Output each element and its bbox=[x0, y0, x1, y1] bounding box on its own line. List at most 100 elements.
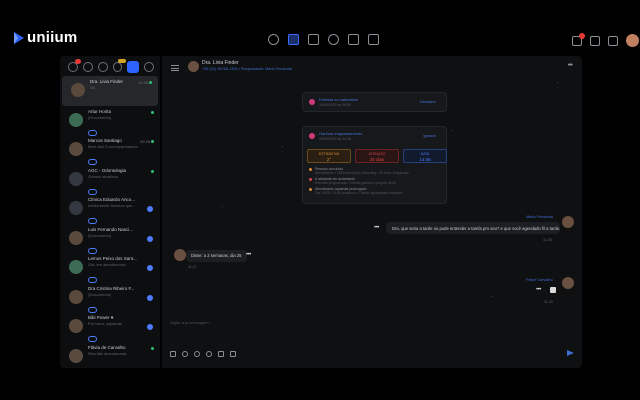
message-sender: Felipe Carvalho bbox=[526, 278, 553, 282]
send-icon[interactable] bbox=[567, 350, 574, 356]
chat-icon[interactable] bbox=[288, 34, 299, 45]
message-sender: Maria Fernanda bbox=[526, 215, 553, 219]
online-dot bbox=[151, 140, 154, 143]
bell-icon[interactable] bbox=[572, 32, 585, 46]
event-icon bbox=[309, 99, 315, 105]
tasks-icon[interactable] bbox=[590, 35, 600, 46]
contact-name[interactable]: Dra. Livia Finder bbox=[202, 60, 239, 66]
outgoing-message: Dra, que seria a tarde ou pude entender … bbox=[386, 222, 560, 234]
emoji-icon[interactable] bbox=[170, 351, 176, 357]
event-card-detail: Ganhou enquadramento 15/05/2023 às 14:46… bbox=[302, 126, 447, 204]
menu-icon[interactable] bbox=[171, 65, 179, 71]
unread-badge bbox=[147, 206, 153, 212]
conversation-item[interactable]: Clínica Eduardo Anco... Infelizmente tiv… bbox=[60, 194, 160, 224]
conversation-item[interactable]: Dra Cristina Ribeiro F... (Documento) bbox=[60, 283, 160, 313]
conversation-preview: Ok bbox=[90, 85, 96, 90]
contact-avatar[interactable] bbox=[188, 61, 199, 72]
inbox-icon[interactable] bbox=[68, 59, 81, 72]
stat-value: 2° bbox=[326, 157, 332, 162]
calendar-icon[interactable] bbox=[368, 34, 379, 45]
filter-icon[interactable] bbox=[144, 62, 155, 72]
unread-badge bbox=[147, 265, 153, 271]
chat-panel: Dra. Livia Finder +55 (21) 98765-1300 • … bbox=[162, 56, 582, 368]
message-time: 11:27 bbox=[188, 265, 197, 269]
event-line-sub: Reunião programada • Cliente ganhou o pr… bbox=[315, 181, 397, 185]
clock-icon[interactable] bbox=[268, 34, 279, 45]
conversation-preview: Bom dia! O acompanhamento... bbox=[88, 144, 138, 149]
background-dot bbox=[282, 146, 283, 147]
event-title: Ganhou enquadramento bbox=[319, 131, 363, 136]
user-avatar[interactable] bbox=[626, 34, 639, 47]
sender-avatar bbox=[562, 216, 574, 228]
background-dot bbox=[492, 296, 493, 297]
conversation-time: 09:48 bbox=[139, 139, 150, 144]
mail-icon[interactable] bbox=[218, 351, 224, 357]
stat-label: ATENÇÃO bbox=[368, 152, 386, 156]
location-icon[interactable] bbox=[194, 351, 200, 357]
conversation-item[interactable]: Luis Fernando Nasci... (Documento) bbox=[60, 224, 160, 254]
active-icon[interactable] bbox=[127, 61, 140, 73]
event-subtitle: 15/05/2023 às 14:46 bbox=[319, 137, 351, 141]
conversation-preview: Reunião desmarcada... bbox=[88, 350, 130, 356]
unread-badge bbox=[147, 324, 153, 330]
undo-button[interactable]: Desfazer bbox=[420, 99, 436, 104]
composer-toolbar bbox=[170, 351, 236, 357]
message-time: 11:29 bbox=[544, 300, 553, 304]
top-bar: uniium bbox=[0, 0, 640, 52]
event-line-sub: Atendimento • 2023 em Ações Marketing • … bbox=[315, 171, 409, 175]
stat-attention: ATENÇÃO 25 dias bbox=[355, 149, 399, 163]
conversation-preview: (Documento) bbox=[88, 114, 112, 120]
chart-icon[interactable] bbox=[348, 34, 359, 45]
conversation-item[interactable]: Flávia de Carvalho Reunião desmarcada... bbox=[60, 342, 160, 369]
message-input[interactable]: Digite sua mensagem... bbox=[170, 320, 212, 325]
video-icon[interactable] bbox=[230, 351, 236, 357]
more-options-icon[interactable]: ••• bbox=[568, 62, 573, 69]
avatar bbox=[69, 289, 83, 304]
logo-text: uniium bbox=[27, 29, 78, 46]
conversation-item[interactable]: Bibi Power ♥ Por favor, aguardar bbox=[60, 312, 160, 342]
ignore-button[interactable]: Ignorar bbox=[423, 133, 436, 138]
event-line: A atividade em andamento Reunião programa… bbox=[309, 177, 439, 185]
conversation-item[interactable]: Artur Horita (Documento) bbox=[60, 106, 160, 136]
notification-badge bbox=[579, 32, 585, 39]
online-dot bbox=[151, 110, 154, 114]
conversation-preview: (Documento) bbox=[88, 232, 112, 238]
event-lines: Resumo concluído Atendimento • 2023 em Aç… bbox=[309, 167, 439, 197]
star-icon[interactable] bbox=[112, 59, 127, 72]
conversation-item[interactable]: Marcos Santiago Bom dia! O acompanhament… bbox=[60, 135, 160, 165]
apps-icon[interactable] bbox=[608, 35, 618, 46]
conversation-name: Luis Fernando Nasci... bbox=[88, 226, 134, 232]
check-icon[interactable] bbox=[97, 62, 108, 72]
conversation-preview: Grêmio atualizou bbox=[88, 173, 119, 179]
unread-badge bbox=[147, 235, 153, 242]
conversation-preview: Por favor, aguardar bbox=[88, 321, 123, 326]
conversation-item[interactable]: AGC - Odontologia Grêmio atualizou bbox=[60, 165, 160, 195]
app-logo[interactable]: uniium bbox=[14, 29, 78, 46]
avatar bbox=[69, 201, 83, 215]
message-options-icon[interactable]: ••• bbox=[246, 252, 251, 258]
stat-value: 14:46 bbox=[419, 157, 431, 162]
avatar bbox=[69, 260, 83, 274]
conversation-item[interactable]: Dra. Livia Finder Ok 11:25 bbox=[62, 76, 158, 106]
logo-icon bbox=[14, 32, 24, 44]
message-options-icon[interactable]: ••• bbox=[536, 287, 541, 293]
briefcase-icon[interactable] bbox=[308, 34, 319, 45]
background-dot bbox=[222, 206, 223, 207]
online-dot bbox=[151, 346, 154, 350]
event-line: Atendimento aguardar prolongado Dia 15/05… bbox=[309, 187, 439, 195]
sender-avatar bbox=[562, 277, 574, 289]
conversation-sidebar: Dra. Livia Finder Ok 11:25 Artur Horita … bbox=[60, 56, 160, 368]
status-dot bbox=[309, 188, 312, 191]
chat-tab-icon[interactable] bbox=[82, 62, 93, 72]
conversation-name: Dra Cristina Ribeiro F... bbox=[88, 285, 135, 291]
mention-icon[interactable] bbox=[206, 351, 212, 357]
conversation-item[interactable]: Lemos Peixo dos Sant... Olá, em atendime… bbox=[60, 253, 160, 283]
event-icon bbox=[309, 133, 315, 139]
sticker-icon bbox=[550, 287, 556, 293]
contacts-icon[interactable] bbox=[328, 34, 339, 45]
message-options-icon[interactable]: ••• bbox=[374, 225, 379, 231]
avatar bbox=[69, 142, 83, 156]
avatar bbox=[69, 171, 83, 186]
attach-icon[interactable] bbox=[182, 351, 188, 357]
conversation-time: 11:25 bbox=[138, 80, 148, 85]
